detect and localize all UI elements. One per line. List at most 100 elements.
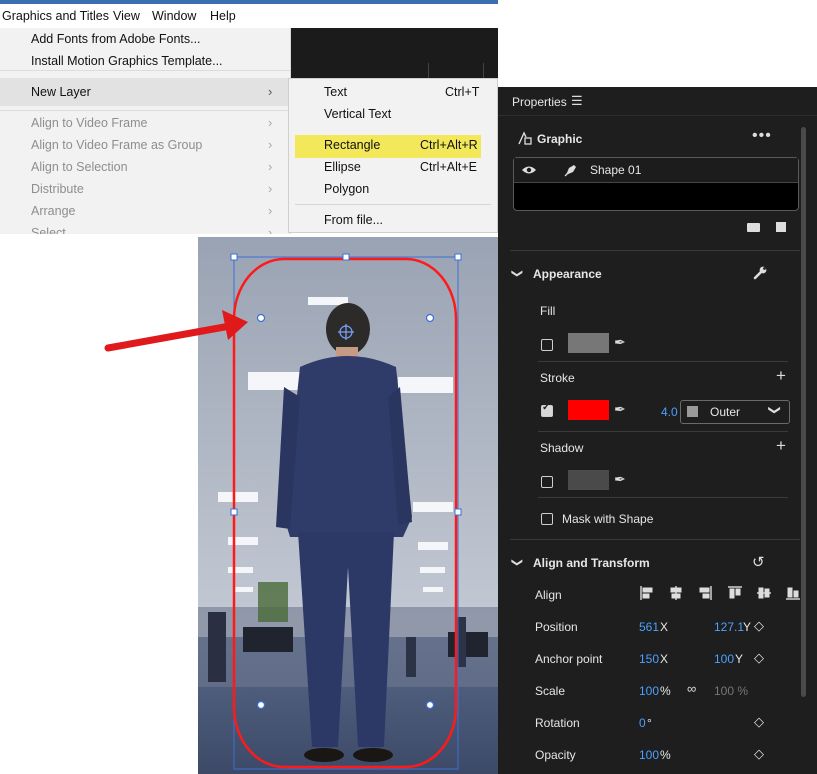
- rotation-value[interactable]: 0: [639, 716, 646, 730]
- panel-title: Properties: [512, 95, 567, 109]
- hamburger-icon[interactable]: ☰: [571, 93, 583, 109]
- align-bottom-icon: [786, 587, 800, 600]
- chevron-down-icon[interactable]: ❯: [511, 558, 524, 567]
- mask-checkbox[interactable]: [541, 513, 553, 525]
- chevron-right-icon: ›: [268, 115, 273, 130]
- position-x-axis: X: [660, 620, 669, 634]
- submenu-item-rectangle-label: Rectangle: [324, 138, 381, 152]
- align-buttons: [640, 586, 800, 600]
- add-stroke-icon[interactable]: +: [776, 366, 786, 386]
- menu-window[interactable]: Window: [152, 9, 196, 23]
- menu-separator: [0, 110, 290, 111]
- submenu-item-text[interactable]: Text: [324, 85, 347, 99]
- chevron-right-icon: ›: [268, 203, 273, 218]
- submenu-item-vertical-text[interactable]: Vertical Text: [324, 107, 391, 121]
- opacity-value[interactable]: 100: [639, 748, 659, 762]
- menu-item-align-video-frame-group[interactable]: Align to Video Frame as Group: [31, 138, 202, 152]
- rotation-unit: °: [647, 716, 652, 730]
- align-top-icon: [728, 586, 742, 599]
- align-center-icon: [670, 586, 682, 600]
- shortcut-ellipse: Ctrl+Alt+E: [420, 160, 477, 174]
- mask-label: Mask with Shape: [562, 512, 654, 526]
- shadow-label: Shadow: [540, 441, 584, 455]
- eyedropper-icon[interactable]: ✒: [614, 471, 626, 488]
- shadow-checkbox[interactable]: [541, 476, 553, 488]
- scale-height-value: 100 %: [714, 684, 749, 698]
- chevron-right-icon: ›: [268, 159, 273, 174]
- menu-item-align-video-frame[interactable]: Align to Video Frame: [31, 116, 148, 130]
- anchor-crosshair-icon: [338, 324, 354, 340]
- anchor-x-axis: X: [660, 652, 669, 666]
- reset-icon[interactable]: ↺: [752, 553, 765, 571]
- eyedropper-icon[interactable]: ✒: [614, 334, 626, 351]
- submenu-item-ellipse[interactable]: Ellipse: [324, 160, 361, 174]
- chevron-down-icon[interactable]: ❯: [511, 269, 524, 278]
- anchor-y-value[interactable]: 100: [714, 652, 734, 666]
- keyframe-diamond-icon[interactable]: ◇: [754, 650, 764, 666]
- keyframe-diamond-icon[interactable]: ◇: [754, 618, 764, 634]
- rotation-label: Rotation: [535, 716, 580, 730]
- shadow-color-swatch[interactable]: [568, 470, 609, 490]
- chevron-right-icon: ›: [268, 225, 273, 234]
- fill-color-swatch[interactable]: [568, 333, 609, 353]
- menu-separator: [295, 204, 491, 205]
- align-transform-title[interactable]: Align and Transform: [533, 556, 650, 570]
- position-y-value[interactable]: 127.1: [714, 620, 744, 634]
- fill-checkbox[interactable]: [541, 339, 553, 351]
- graphics-and-titles-menu: Add Fonts from Adobe Fonts... Install Mo…: [0, 28, 291, 234]
- chevron-right-icon: ›: [268, 84, 273, 99]
- position-label: Position: [535, 620, 578, 634]
- graphic-label: Graphic: [537, 132, 583, 146]
- position-x-value[interactable]: 561: [639, 620, 659, 634]
- eyedropper-icon[interactable]: ✒: [614, 401, 626, 418]
- menu-item-arrange[interactable]: Arrange: [31, 204, 75, 218]
- appearance-title[interactable]: Appearance: [533, 267, 602, 281]
- properties-panel: Properties ☰ Graphic ••• Shape 01 ❯ Appe…: [498, 87, 817, 774]
- scale-unit: %: [660, 684, 671, 698]
- submenu-item-polygon[interactable]: Polygon: [324, 182, 369, 196]
- scale-value[interactable]: 100: [639, 684, 659, 698]
- stroke-position-value: Outer: [710, 405, 741, 419]
- anchor-x-value[interactable]: 150: [639, 652, 659, 666]
- align-middle-icon: [757, 587, 771, 599]
- wrench-icon[interactable]: [752, 265, 768, 281]
- more-icon[interactable]: •••: [752, 127, 772, 145]
- link-icon[interactable]: ∞: [687, 681, 696, 696]
- layer-list: Shape 01: [513, 157, 799, 211]
- align-label: Align: [535, 588, 562, 602]
- menu-item-distribute[interactable]: Distribute: [31, 182, 84, 196]
- add-shadow-icon[interactable]: +: [776, 436, 786, 456]
- pen-icon: [564, 165, 576, 177]
- stroke-width-value[interactable]: 4.0: [661, 405, 678, 419]
- keyframe-diamond-icon[interactable]: ◇: [754, 714, 764, 730]
- stroke-label: Stroke: [540, 371, 575, 385]
- menu-item-add-fonts[interactable]: Add Fonts from Adobe Fonts...: [31, 32, 201, 46]
- align-left-icon: [640, 586, 653, 600]
- shortcut-rectangle: Ctrl+Alt+R: [420, 138, 478, 152]
- check-icon: ✓: [542, 402, 551, 413]
- opacity-unit: %: [660, 748, 671, 762]
- stroke-color-swatch[interactable]: [568, 400, 609, 420]
- menu-item-install-template[interactable]: Install Motion Graphics Template...: [31, 54, 223, 68]
- new-layer-submenu: Text Ctrl+T Vertical Text Rectangle Ctrl…: [288, 78, 498, 233]
- layer-name: Shape 01: [590, 163, 642, 177]
- folder-icon[interactable]: [747, 223, 760, 232]
- panel-scrollbar[interactable]: [801, 127, 806, 697]
- keyframe-diamond-icon[interactable]: ◇: [754, 746, 764, 762]
- menu-item-select[interactable]: Select: [31, 226, 66, 234]
- chevron-right-icon: ›: [268, 181, 273, 196]
- eye-icon[interactable]: [521, 164, 537, 176]
- anchor-label: Anchor point: [535, 652, 603, 666]
- new-layer-icon[interactable]: [776, 222, 786, 232]
- menu-item-new-layer-label: New Layer: [31, 85, 91, 99]
- menu-graphics-and-titles[interactable]: Graphics and Titles: [2, 9, 109, 23]
- layer-row[interactable]: Shape 01: [514, 158, 798, 183]
- submenu-item-from-file[interactable]: From file...: [324, 213, 383, 227]
- menu-item-align-selection[interactable]: Align to Selection: [31, 160, 128, 174]
- shortcut-text: Ctrl+T: [445, 85, 480, 99]
- stroke-position-select[interactable]: Outer ❯: [680, 400, 790, 424]
- stroke-position-icon: [687, 406, 698, 417]
- menu-help[interactable]: Help: [210, 9, 236, 23]
- menu-separator: [0, 70, 290, 71]
- menu-view[interactable]: View: [113, 9, 140, 23]
